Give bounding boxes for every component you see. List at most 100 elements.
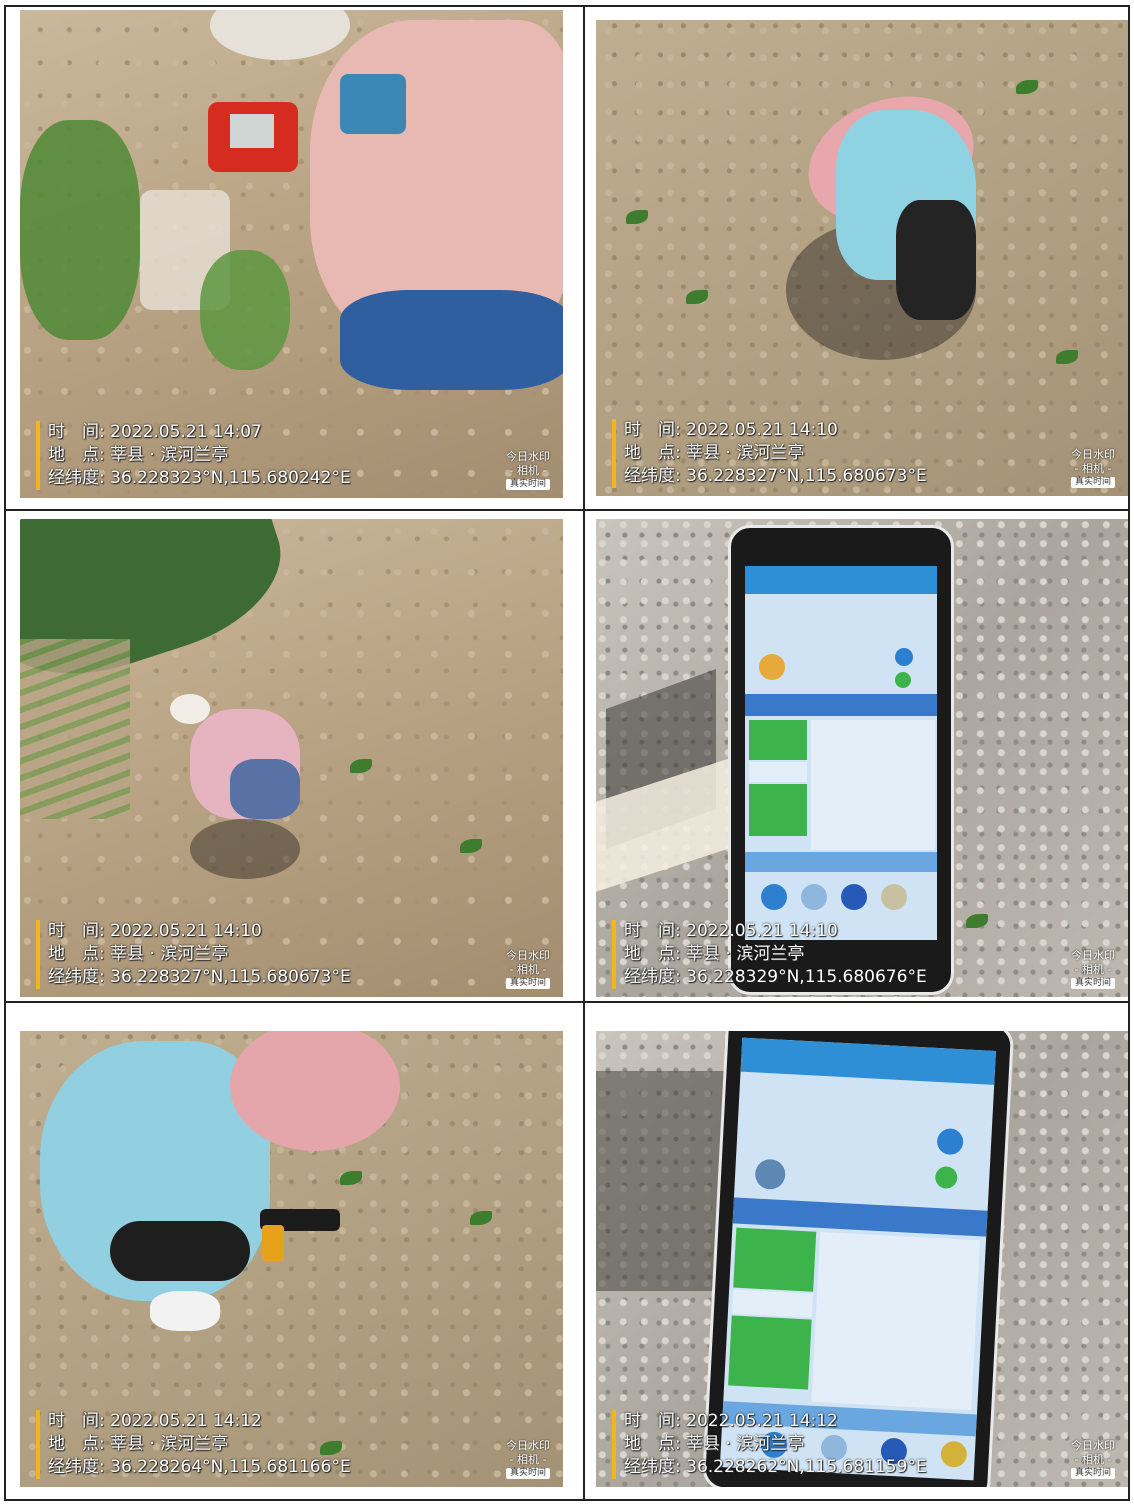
brand-badge: 真实时间 (1071, 978, 1115, 989)
time-label: 时 间: (48, 422, 105, 442)
photo-field-overview: 时 间: 2022.05.21 14:10 地 点: 莘县 · 滨河兰亭 经纬度… (20, 519, 563, 997)
held-tool (340, 74, 406, 134)
coord-label: 经纬度: (624, 967, 681, 987)
soil-meter-device (208, 102, 298, 172)
data-cell-highlight (733, 1227, 817, 1292)
seedling (1056, 350, 1078, 364)
coord-label: 经纬度: (624, 466, 681, 486)
place-value: 莘县 · 滨河兰亭 (110, 1434, 229, 1454)
place-value: 莘县 · 滨河兰亭 (110, 445, 229, 465)
place-label: 地 点: (48, 944, 105, 964)
bottom-nav-icon (761, 884, 787, 910)
brand-sub: - 相机 - (1074, 1453, 1112, 1466)
time-value: 2022.05.21 14:12 (110, 1411, 262, 1431)
brand-badge: 真实时间 (506, 978, 550, 989)
coord-value: 36.228262°N,115.681159°E (686, 1457, 927, 1477)
person-jeans (230, 759, 300, 819)
weeds-left (20, 120, 140, 340)
time-value: 2022.05.21 14:10 (110, 921, 262, 941)
watermark-brand: 今日水印 - 相机 - 真实时间 (501, 450, 555, 490)
photo-watermark: 时 间: 2022.05.21 14:12 地 点: 莘县 · 滨河兰亭 经纬度… (612, 1410, 927, 1479)
time-label: 时 间: (624, 420, 681, 440)
photo-watermark: 时 间: 2022.05.21 14:10 地 点: 莘县 · 滨河兰亭 经纬度… (612, 419, 927, 488)
coord-value: 36.228329°N,115.680676°E (686, 967, 927, 987)
watermark-place-row: 地 点: 莘县 · 滨河兰亭 (48, 943, 351, 966)
brand-badge: 真实时间 (506, 479, 550, 490)
watermark-brand: 今日水印 - 相机 - 真实时间 (1066, 949, 1120, 989)
data-cell-highlight (749, 720, 807, 760)
pink-sun-hat (230, 1031, 400, 1151)
place-value: 莘县 · 滨河兰亭 (110, 944, 229, 964)
watermark-coord-row: 经纬度: 36.228323°N,115.680242°E (48, 467, 351, 490)
coord-value: 36.228323°N,115.680242°E (110, 468, 351, 488)
brand-badge: 真实时间 (1071, 1468, 1115, 1479)
place-label: 地 点: (624, 1434, 681, 1454)
grid-row-divider (6, 509, 1128, 511)
watermark-coord-row: 经纬度: 36.228329°N,115.680676°E (624, 966, 927, 989)
hat-brim (210, 10, 350, 60)
sync-icon (934, 1165, 958, 1190)
brand-name: 今日水印 (506, 450, 550, 463)
watermark-time-row: 时 间: 2022.05.21 14:10 (624, 419, 927, 442)
photo-person-probing-soil: 时 间: 2022.05.21 14:12 地 点: 莘县 · 滨河兰亭 经纬度… (20, 1031, 563, 1487)
place-value: 莘县 · 滨河兰亭 (686, 944, 805, 964)
watermark-place-row: 地 点: 莘县 · 滨河兰亭 (624, 442, 927, 465)
seedling (350, 759, 372, 773)
grid-row-divider (6, 1001, 1128, 1003)
watermark-brand: 今日水印 - 相机 - 真实时间 (1066, 448, 1120, 488)
place-label: 地 点: (48, 1434, 105, 1454)
grid-column-divider (583, 7, 585, 1499)
brand-sub: - 相机 - (1074, 462, 1112, 475)
coord-label: 经纬度: (48, 468, 105, 488)
photo-person-crouching-field: 时 间: 2022.05.21 14:10 地 点: 莘县 · 滨河兰亭 经纬度… (596, 20, 1128, 496)
photo-soil-meter-closeup: 时 间: 2022.05.21 14:07 地 点: 莘县 · 滨河兰亭 经纬度… (20, 10, 563, 498)
coord-value: 36.228327°N,115.680673°E (110, 967, 351, 987)
brand-name: 今日水印 (506, 949, 550, 962)
place-label: 地 点: (624, 944, 681, 964)
watermark-brand: 今日水印 - 相机 - 真实时间 (501, 949, 555, 989)
app-header (740, 1037, 996, 1085)
time-value: 2022.05.21 14:12 (686, 1411, 838, 1431)
brand-name: 今日水印 (1071, 949, 1115, 962)
seedling (340, 1171, 362, 1185)
brand-badge: 真实时间 (506, 1468, 550, 1479)
time-value: 2022.05.21 14:07 (110, 422, 262, 442)
photo-watermark: 时 间: 2022.05.21 14:10 地 点: 莘县 · 滨河兰亭 经纬度… (612, 920, 927, 989)
refresh-icon (936, 1128, 964, 1156)
sync-icon (895, 672, 911, 688)
app-sensor-icon (754, 1158, 786, 1191)
coord-label: 经纬度: (624, 1457, 681, 1477)
brand-sub: - 相机 - (509, 1453, 547, 1466)
coord-value: 36.228264°N,115.681166°E (110, 1457, 351, 1477)
watermark-coord-row: 经纬度: 36.228264°N,115.681166°E (48, 1456, 351, 1479)
watermark-place-row: 地 点: 莘县 · 滨河兰亭 (48, 444, 351, 467)
brand-name: 今日水印 (506, 1439, 550, 1452)
seedling (966, 914, 988, 928)
place-label: 地 点: (624, 443, 681, 463)
photo-phone-reading: 时 间: 2022.05.21 14:12 地 点: 莘县 · 滨河兰亭 经纬度… (596, 1031, 1128, 1487)
bottom-nav-icon (801, 884, 827, 910)
watermark-time-row: 时 间: 2022.05.21 14:07 (48, 421, 351, 444)
brand-name: 今日水印 (1071, 1439, 1115, 1452)
seedling (686, 290, 708, 304)
app-sensor-icon (759, 654, 785, 680)
place-value: 莘县 · 滨河兰亭 (686, 1434, 805, 1454)
data-cell-highlight (728, 1315, 812, 1390)
watermark-brand: 今日水印 - 相机 - 真实时间 (501, 1439, 555, 1479)
watermark-time-row: 时 间: 2022.05.21 14:10 (48, 920, 351, 943)
time-label: 时 间: (48, 921, 105, 941)
coord-value: 36.228327°N,115.680673°E (686, 466, 927, 486)
data-cell (731, 1289, 814, 1318)
data-cell (749, 762, 807, 782)
place-label: 地 点: (48, 445, 105, 465)
data-values-area (811, 720, 935, 850)
watermark-coord-row: 经纬度: 36.228262°N,115.681159°E (624, 1456, 927, 1479)
watermark-place-row: 地 点: 莘县 · 滨河兰亭 (624, 943, 927, 966)
watermark-brand: 今日水印 - 相机 - 真实时间 (1066, 1439, 1120, 1479)
crop-rows (20, 639, 130, 819)
photo-watermark: 时 间: 2022.05.21 14:10 地 点: 莘县 · 滨河兰亭 经纬度… (36, 920, 351, 989)
app-header (745, 566, 937, 594)
watermark-time-row: 时 间: 2022.05.21 14:12 (624, 1410, 927, 1433)
seedling (626, 210, 648, 224)
person-jeans (340, 290, 563, 390)
